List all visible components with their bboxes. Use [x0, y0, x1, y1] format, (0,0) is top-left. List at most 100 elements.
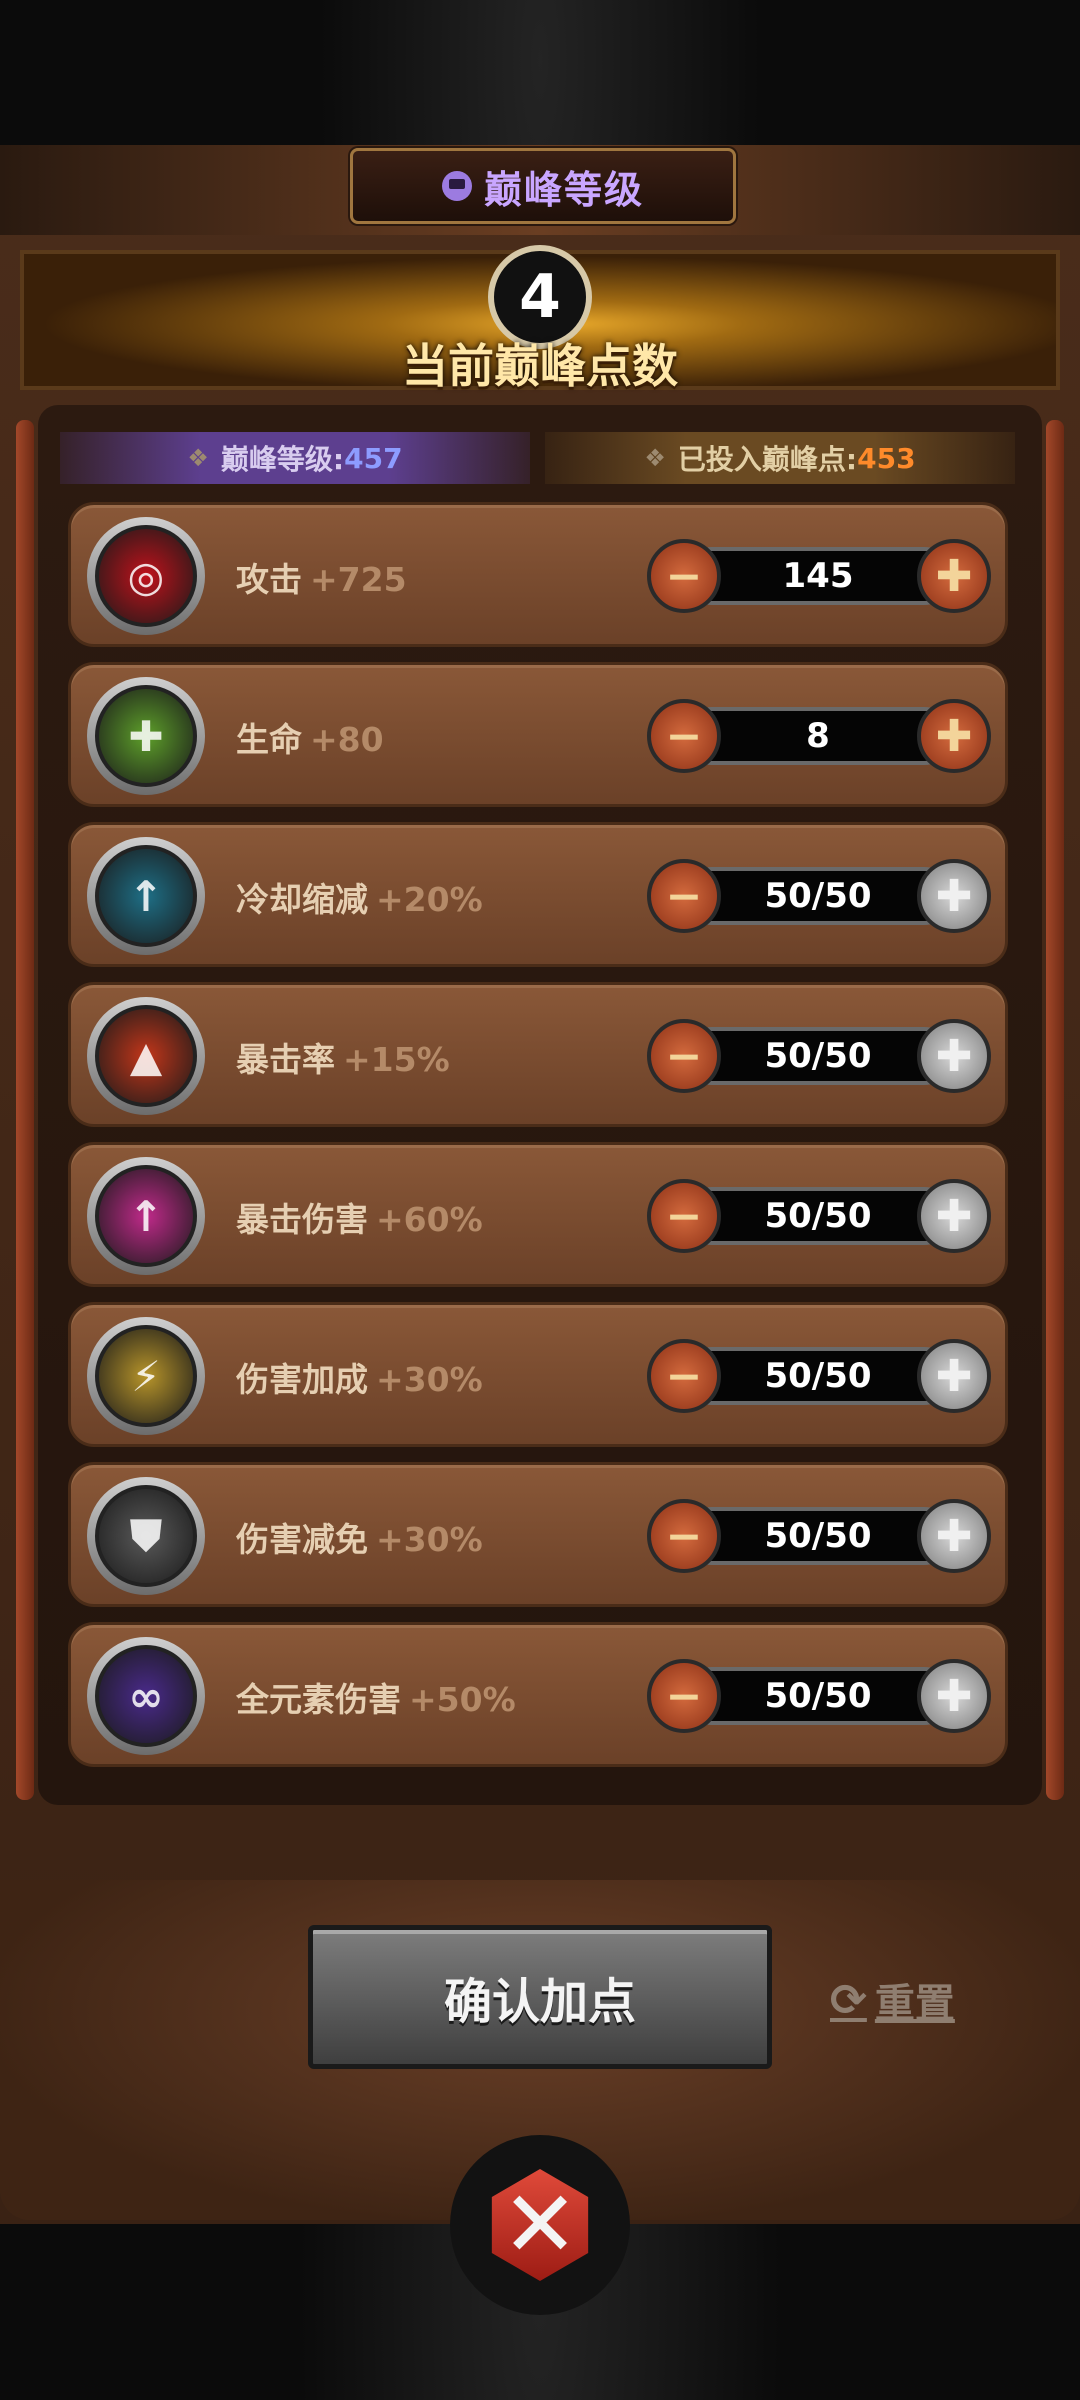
icon-ring: ▲ — [87, 997, 205, 1115]
reset-button[interactable]: ⟳ 重置 — [830, 1970, 955, 2030]
points-stepper: 50/50− ✚ — [647, 1335, 991, 1415]
attribute-name: 伤害加成 +30% — [236, 1353, 483, 1401]
attribute-name: 攻击 +725 — [236, 553, 407, 601]
attribute-label: 伤害减免 — [236, 1520, 368, 1559]
cooldown-clock-icon: ↑ — [95, 845, 197, 947]
decrease-button[interactable]: − — [647, 699, 721, 773]
attribute-bonus: +30% — [376, 1360, 483, 1399]
points-value: 50/50 — [683, 867, 953, 925]
attribute-row: ◎ 攻击 +725 145− ✚ — [68, 502, 1008, 647]
attribute-bonus: +15% — [343, 1040, 450, 1079]
points-stepper: 8− ✚ — [647, 695, 991, 775]
increase-button[interactable]: ✚ — [917, 1339, 991, 1413]
points-stepper: 145− ✚ — [647, 535, 991, 615]
refresh-icon: ⟳ — [830, 1974, 867, 2026]
close-button[interactable]: ✕ — [450, 2135, 630, 2315]
right-rail — [1046, 420, 1064, 1800]
points-value: 50/50 — [683, 1667, 953, 1725]
icon-ring: ⛊ — [87, 1477, 205, 1595]
attribute-row: ⚡ 伤害加成 +30% 50/50− ✚ — [68, 1302, 1008, 1447]
points-stepper: 50/50− ✚ — [647, 1655, 991, 1735]
attribute-bonus: +50% — [409, 1680, 516, 1719]
attribute-row: ⛊ 伤害减免 +30% 50/50− ✚ — [68, 1462, 1008, 1607]
attribute-row: ▲ 暴击率 +15% 50/50− ✚ — [68, 982, 1008, 1127]
points-value: 8 — [683, 707, 953, 765]
points-stepper: 50/50− ✚ — [647, 1175, 991, 1255]
graduation-cap-icon — [441, 171, 472, 201]
crit-damage-arrow-icon: ↑ — [95, 1165, 197, 1267]
title-plate: 巅峰等级 — [350, 148, 736, 224]
diamond-icon: ❖ — [187, 444, 209, 472]
attribute-label: 全元素伤害 — [236, 1680, 401, 1719]
decrease-button[interactable]: − — [647, 1179, 721, 1253]
points-value: 50/50 — [683, 1187, 953, 1245]
damage-bolt-icon: ⚡ — [95, 1325, 197, 1427]
attribute-bonus: +80 — [310, 720, 384, 759]
increase-button[interactable]: ✚ — [917, 1019, 991, 1093]
invested-points-tag: ❖ 已投入巅峰点: 453 — [545, 432, 1015, 484]
attribute-row: ✚ 生命 +80 8− ✚ — [68, 662, 1008, 807]
decrease-button[interactable]: − — [647, 1019, 721, 1093]
attribute-bonus: +60% — [376, 1200, 483, 1239]
element-orbs-icon: ∞ — [95, 1645, 197, 1747]
attribute-label: 冷却缩减 — [236, 880, 368, 919]
close-icon: ✕ — [491, 2169, 589, 2281]
attribute-name: 暴击伤害 +60% — [236, 1193, 483, 1241]
icon-ring: ↑ — [87, 837, 205, 955]
decrease-button[interactable]: − — [647, 1499, 721, 1573]
increase-button[interactable]: ✚ — [917, 1179, 991, 1253]
decrease-button[interactable]: − — [647, 859, 721, 933]
attribute-bonus: +30% — [376, 1520, 483, 1559]
invested-points-value: 453 — [857, 441, 916, 475]
attribute-name: 生命 +80 — [236, 713, 384, 761]
increase-button[interactable]: ✚ — [917, 1659, 991, 1733]
icon-ring: ✚ — [87, 677, 205, 795]
decrease-button[interactable]: − — [647, 1659, 721, 1733]
reset-label: 重置 — [874, 1981, 955, 2027]
left-rail — [16, 420, 34, 1800]
invested-points-label: 已投入巅峰点: — [677, 443, 858, 476]
increase-button[interactable]: ✚ — [917, 1499, 991, 1573]
attribute-name: 暴击率 +15% — [236, 1033, 450, 1081]
crit-flame-icon: ▲ — [95, 1005, 197, 1107]
shield-reduction-icon: ⛊ — [95, 1485, 197, 1587]
confirm-points-button[interactable]: 确认加点 — [308, 1925, 772, 2069]
points-value: 50/50 — [683, 1027, 953, 1085]
points-value: 50/50 — [683, 1507, 953, 1565]
attribute-bonus: +725 — [310, 560, 407, 599]
peak-level-tag: ❖ 巅峰等级: 457 — [60, 432, 530, 484]
icon-ring: ⚡ — [87, 1317, 205, 1435]
attribute-row: ↑ 冷却缩减 +20% 50/50− ✚ — [68, 822, 1008, 967]
attribute-label: 攻击 — [236, 560, 302, 599]
attribute-row: ↑ 暴击伤害 +60% 50/50− ✚ — [68, 1142, 1008, 1287]
peak-level-label: 巅峰等级: — [220, 443, 345, 476]
peak-level-value: 457 — [344, 441, 403, 475]
increase-button[interactable]: ✚ — [917, 539, 991, 613]
increase-button[interactable]: ✚ — [917, 859, 991, 933]
life-leaf-icon: ✚ — [95, 685, 197, 787]
points-stepper: 50/50− ✚ — [647, 855, 991, 935]
attribute-name: 冷却缩减 +20% — [236, 873, 483, 921]
points-stepper: 50/50− ✚ — [647, 1015, 991, 1095]
attribute-row: ∞ 全元素伤害 +50% 50/50− ✚ — [68, 1622, 1008, 1767]
current-points-label: 当前巅峰点数 — [402, 339, 678, 393]
decrease-button[interactable]: − — [647, 539, 721, 613]
points-value: 50/50 — [683, 1347, 953, 1405]
attack-target-icon: ◎ — [95, 525, 197, 627]
attribute-label: 暴击率 — [236, 1040, 335, 1079]
points-stepper: 50/50− ✚ — [647, 1495, 991, 1575]
icon-ring: ∞ — [87, 1637, 205, 1755]
attribute-name: 全元素伤害 +50% — [236, 1673, 516, 1721]
attribute-bonus: +20% — [376, 880, 483, 919]
attribute-label: 伤害加成 — [236, 1360, 368, 1399]
icon-ring: ◎ — [87, 517, 205, 635]
diamond-icon: ❖ — [644, 444, 666, 472]
increase-button[interactable]: ✚ — [917, 699, 991, 773]
attribute-label: 生命 — [236, 720, 302, 759]
attribute-name: 伤害减免 +30% — [236, 1513, 483, 1561]
decrease-button[interactable]: − — [647, 1339, 721, 1413]
points-value: 145 — [683, 547, 953, 605]
icon-ring: ↑ — [87, 1157, 205, 1275]
page-title: 巅峰等级 — [483, 167, 644, 212]
attribute-label: 暴击伤害 — [236, 1200, 368, 1239]
